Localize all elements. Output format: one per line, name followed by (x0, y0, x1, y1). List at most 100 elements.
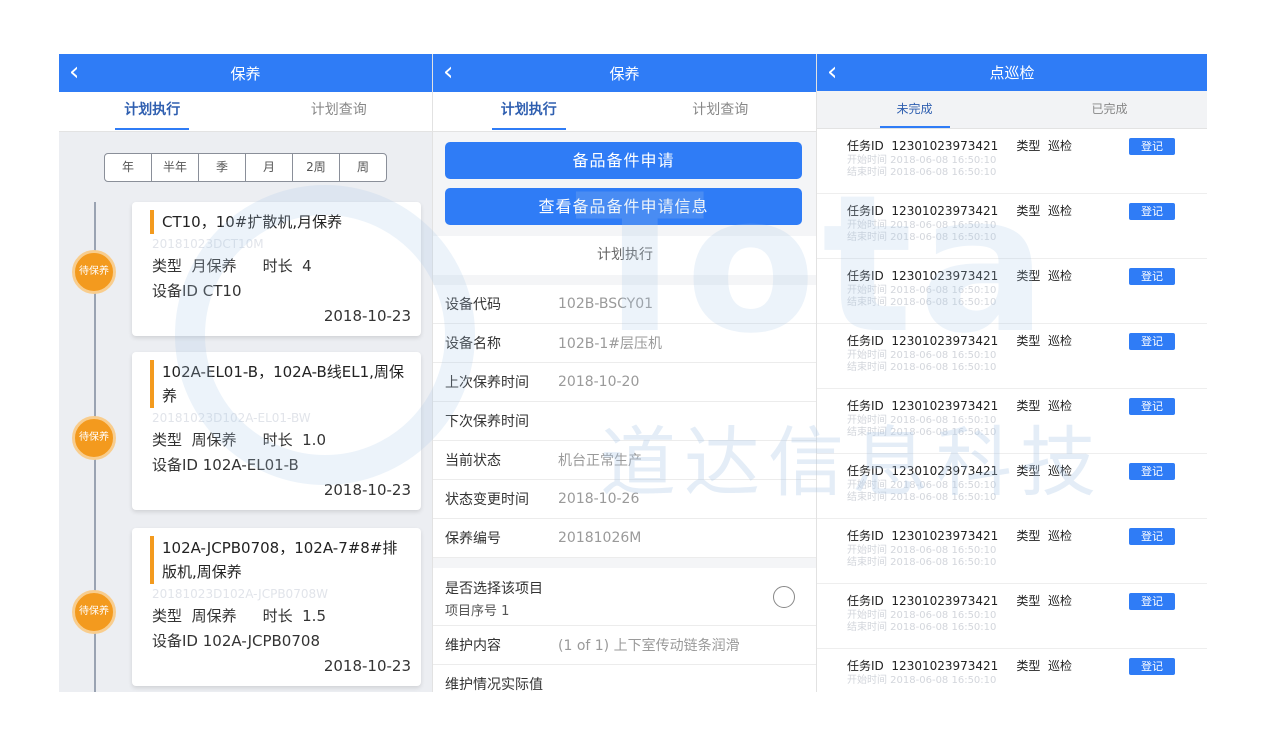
duration-label: 时长 (262, 607, 293, 625)
task-id-line: 任务ID 12301023973421 类型 巡检 (847, 527, 1177, 545)
task-id-value: 12301023973421 (891, 269, 999, 283)
task-id-value: 12301023973421 (891, 399, 999, 413)
tab-plan-execute[interactable]: 计划执行 (59, 92, 246, 131)
task-id-value: 12301023973421 (891, 529, 999, 543)
field-row-next-maintenance: 下次保养时间 (433, 402, 816, 441)
device-value: 102A-EL01-B (202, 456, 299, 474)
maintenance-card[interactable]: 102A-EL01-B，102A-B线EL1,周保养 20181023D102A… (132, 352, 421, 510)
item-select-row[interactable]: 是否选择该项目 项目序号 1 (433, 568, 816, 626)
section-title: 计划执行 (433, 236, 816, 275)
task-id-label: 任务ID (847, 139, 884, 153)
back-chevron-icon[interactable]: ‹ (827, 58, 837, 86)
type-value: 周保养 (191, 431, 237, 449)
segment-half-year[interactable]: 半年 (152, 154, 199, 181)
card-date: 2018-10-23 (323, 307, 411, 325)
task-id-label: 任务ID (847, 269, 884, 283)
tab-bar: 计划执行 计划查询 (433, 92, 816, 132)
task-type-label: 类型 (1016, 399, 1041, 413)
inspection-panel: ‹ 点巡检 未完成 已完成 任务ID 12301023973421 类型 巡检 开始… (816, 54, 1207, 692)
register-button[interactable]: 登记 (1129, 268, 1175, 285)
task-end-time: 结束时间 2018-06-08 16:50:10 (847, 557, 997, 568)
task-type-label: 类型 (1016, 464, 1041, 478)
field-row-status-change-time: 状态变更时间 2018-10-26 (433, 480, 816, 519)
task-type-value: 巡检 (1047, 464, 1072, 478)
segment-month[interactable]: 月 (246, 154, 293, 181)
tab-plan-query[interactable]: 计划查询 (625, 92, 817, 131)
task-type-label: 类型 (1016, 139, 1041, 153)
card-title: 102A-EL01-B，102A-B线EL1,周保养 (150, 360, 411, 408)
card-title: 102A-JCPB0708，102A-7#8#排版机,周保养 (150, 536, 411, 584)
task-end-time: 结束时间 2018-06-08 16:50:10 (847, 427, 997, 438)
field-row-actual-value[interactable]: 维护情况实际值 (433, 665, 816, 692)
task-start-time: 开始时间 2018-06-08 16:50:10 (847, 285, 997, 296)
register-button[interactable]: 登记 (1129, 593, 1175, 610)
duration-label: 时长 (262, 257, 293, 275)
task-id-value: 12301023973421 (891, 204, 999, 218)
task-end-time: 结束时间 2018-06-08 16:50:10 (847, 297, 997, 308)
segment-week[interactable]: 周 (340, 154, 386, 181)
task-row[interactable]: 任务ID 12301023973421 类型 巡检 开始时间 2018-06-08 … (817, 324, 1207, 389)
task-row[interactable]: 任务ID 12301023973421 类型 巡检 开始时间 2018-06-08 … (817, 129, 1207, 194)
field-row-device-code: 设备代码 102B-BSCY01 (433, 285, 816, 324)
maintenance-card[interactable]: CT10，10#扩散机,月保养 20181023DCT10M 类型 月保养 时长 … (132, 202, 421, 336)
register-button[interactable]: 登记 (1129, 463, 1175, 480)
radio-unchecked-icon[interactable] (773, 586, 795, 608)
task-id-label: 任务ID (847, 204, 884, 218)
item-index-label: 项目序号 1 (445, 604, 510, 619)
task-row[interactable]: 任务ID 12301023973421 类型 巡检 开始时间 2018-06-08 … (817, 194, 1207, 259)
field-row-last-maintenance: 上次保养时间 2018-10-20 (433, 363, 816, 402)
type-value: 月保养 (191, 257, 237, 275)
back-chevron-icon[interactable]: ‹ (443, 58, 453, 86)
field-value: 机台正常生产 (558, 453, 642, 469)
task-id-label: 任务ID (847, 399, 884, 413)
status-badge: 待保养 (72, 250, 116, 294)
tab-plan-execute[interactable]: 计划执行 (433, 92, 625, 131)
tab-incomplete[interactable]: 未完成 (817, 91, 1012, 128)
task-start-time: 开始时间 2018-06-08 16:50:10 (847, 545, 997, 556)
register-button[interactable]: 登记 (1129, 138, 1175, 155)
card-date: 2018-10-23 (323, 657, 411, 675)
register-button[interactable]: 登记 (1129, 333, 1175, 350)
task-row[interactable]: 任务ID 12301023973421 类型 巡检 开始时间 2018-06-08 … (817, 454, 1207, 519)
task-row[interactable]: 任务ID 12301023973421 类型 巡检 开始时间 2018-06-08 … (817, 584, 1207, 649)
segment-two-weeks[interactable]: 2周 (293, 154, 340, 181)
field-value: 102B-BSCY01 (558, 296, 654, 312)
back-chevron-icon[interactable]: ‹ (69, 58, 79, 86)
task-row[interactable]: 任务ID 12301023973421 类型 巡检 开始时间 2018-06-08 … (817, 389, 1207, 454)
task-id-label: 任务ID (847, 464, 884, 478)
tab-completed[interactable]: 已完成 (1012, 91, 1207, 128)
task-start-time: 开始时间 2018-06-08 16:50:10 (847, 675, 997, 686)
field-label: 状态变更时间 (445, 492, 529, 508)
page-title: 保养 (609, 64, 640, 83)
task-type-label: 类型 (1016, 594, 1041, 608)
register-button[interactable]: 登记 (1129, 203, 1175, 220)
tab-plan-query[interactable]: 计划查询 (246, 92, 433, 131)
register-button[interactable]: 登记 (1129, 658, 1175, 675)
task-type-value: 巡检 (1047, 269, 1072, 283)
field-label: 维护内容 (445, 638, 501, 654)
card-code: 20181023D102A-JCPB0708W (152, 587, 328, 601)
spare-parts-request-button[interactable]: 备品备件申请 (445, 142, 802, 179)
field-row-maintenance-content: 维护内容 (1 of 1) 上下室传动链条润滑 (433, 626, 816, 665)
view-spare-parts-request-button[interactable]: 查看备品备件申请信息 (445, 188, 802, 225)
field-value: 20181026M (558, 530, 642, 546)
segment-year[interactable]: 年 (105, 154, 152, 181)
card-type-row: 类型 周保养 时长 1.5 (152, 604, 411, 629)
register-button[interactable]: 登记 (1129, 528, 1175, 545)
task-start-time: 开始时间 2018-06-08 16:50:10 (847, 155, 997, 166)
register-button[interactable]: 登记 (1129, 398, 1175, 415)
task-row[interactable]: 任务ID 12301023973421 类型 巡检 开始时间 2018-06-08 … (817, 519, 1207, 584)
card-type-row: 类型 周保养 时长 1.0 (152, 428, 411, 453)
task-type-value: 巡检 (1047, 139, 1072, 153)
task-type-label: 类型 (1016, 529, 1041, 543)
segment-quarter[interactable]: 季 (199, 154, 246, 181)
app-bar: ‹ 点巡检 (817, 54, 1207, 91)
app-bar: ‹ 保养 (59, 54, 432, 92)
page-title: 点巡检 (989, 64, 1035, 82)
task-id-value: 12301023973421 (891, 659, 999, 673)
task-row[interactable]: 任务ID 12301023973421 类型 巡检 开始时间 2018-06-08 … (817, 259, 1207, 324)
task-type-value: 巡检 (1047, 204, 1072, 218)
device-label: 设备ID (152, 632, 198, 650)
maintenance-card[interactable]: 102A-JCPB0708，102A-7#8#排版机,周保养 20181023D… (132, 528, 421, 686)
task-row[interactable]: 任务ID 12301023973421 类型 巡检 开始时间 2018-06-08 … (817, 649, 1207, 692)
